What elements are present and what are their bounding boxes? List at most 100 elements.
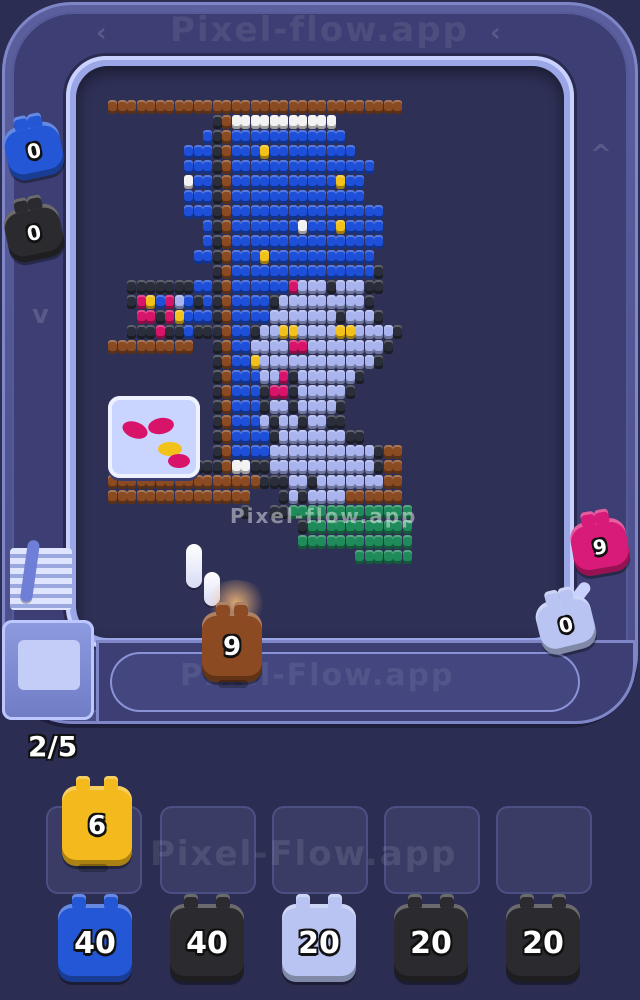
shooter-count: 9 (222, 632, 242, 662)
pixel-block (298, 310, 307, 324)
pixel-block (241, 385, 250, 399)
pixel-block (279, 145, 288, 159)
queue-shooter-lavender[interactable]: 20 (282, 894, 356, 982)
pixel-block (260, 160, 269, 174)
pixel-block (231, 400, 241, 414)
queue-shooter-black[interactable]: 20 (394, 894, 468, 982)
pixel-block (231, 430, 241, 444)
queue-shooter-black[interactable]: 20 (506, 894, 580, 982)
pixel-block (307, 355, 317, 369)
pixel-block (222, 205, 231, 219)
pixel-block (231, 175, 241, 189)
pixel-block (307, 325, 317, 339)
pixel-block (136, 100, 146, 114)
pixel-block (193, 280, 203, 294)
pixel-block (326, 535, 336, 549)
pixel-block (279, 445, 288, 459)
pixel-block (193, 145, 203, 159)
pixel-block (317, 400, 326, 414)
pixel-block (307, 160, 317, 174)
pixel-block (298, 175, 307, 189)
pixel-block (250, 415, 260, 429)
pixel-block (231, 310, 241, 324)
pixel-block (250, 100, 260, 114)
pixel-block (317, 415, 326, 429)
pixel-block (212, 310, 222, 324)
shooter-count: 6 (87, 811, 107, 841)
pixel-block (250, 385, 260, 399)
pixel-block (345, 370, 355, 384)
pixel-block (241, 100, 250, 114)
pixel-block (307, 415, 317, 429)
pixel-block (279, 295, 288, 309)
pixel-block (383, 445, 393, 459)
pixel-block (317, 325, 326, 339)
pixel-block (364, 325, 374, 339)
pixel-block (269, 175, 279, 189)
pixel-block (269, 325, 279, 339)
pixel-block (117, 490, 127, 504)
pixel-block (298, 430, 307, 444)
pixel-block (136, 310, 146, 324)
pixel-block (269, 430, 279, 444)
pixel-block (136, 280, 146, 294)
pixel-block (307, 115, 317, 129)
pixel-block (355, 325, 364, 339)
pixel-block (222, 100, 231, 114)
pixel-block (241, 475, 250, 489)
pixel-block (212, 340, 222, 354)
pixel-block (279, 160, 288, 174)
magenta-shooter-conveyor[interactable]: 9 (567, 515, 633, 579)
pixel-block (212, 280, 222, 294)
yellow-shooter-tray[interactable]: 6 (62, 776, 132, 872)
candy-icon (120, 418, 150, 442)
pixel-block (317, 295, 326, 309)
pixel-block (212, 325, 222, 339)
pixel-block (269, 460, 279, 474)
pixel-block (241, 235, 250, 249)
pixel-block (317, 175, 326, 189)
pixel-block (326, 355, 336, 369)
pixel-block (298, 235, 307, 249)
pixel-block (250, 475, 260, 489)
pixel-block (364, 535, 374, 549)
pixel-block (250, 430, 260, 444)
pixel-block (222, 295, 231, 309)
pixel-block (364, 445, 374, 459)
pixel-block (241, 160, 250, 174)
pixel-block (326, 145, 336, 159)
pixel-block (298, 475, 307, 489)
pixel-block (231, 295, 241, 309)
pixel-block (317, 445, 326, 459)
pixel-block (250, 175, 260, 189)
pixel-block (269, 100, 279, 114)
pixel-block (241, 325, 250, 339)
pixel-block (355, 265, 364, 279)
pixel-block (355, 370, 364, 384)
brown-shooter-active[interactable]: 9 (202, 602, 262, 688)
queue-shooter-black[interactable]: 40 (170, 894, 244, 982)
pixel-block (307, 190, 317, 204)
pixel-block (345, 445, 355, 459)
pixel-block (269, 160, 279, 174)
pixel-block (155, 280, 165, 294)
pixel-block (307, 460, 317, 474)
pixel-block (269, 115, 279, 129)
pixel-block (336, 265, 345, 279)
pixel-block (212, 415, 222, 429)
pixel-block (336, 205, 345, 219)
queue-shooter-blue[interactable]: 40 (58, 894, 132, 982)
pixel-block (355, 550, 364, 564)
pixel-block (326, 205, 336, 219)
pixel-block (298, 160, 307, 174)
pixel-block (165, 340, 174, 354)
pixel-block (184, 295, 193, 309)
pixel-block (317, 430, 326, 444)
tray-slot-5[interactable] (496, 806, 592, 894)
pixel-block (193, 325, 203, 339)
pixel-block (269, 295, 279, 309)
pixel-block (203, 250, 212, 264)
pixel-block (250, 445, 260, 459)
pixel-block (203, 220, 212, 234)
shooter-count: 40 (186, 925, 228, 961)
